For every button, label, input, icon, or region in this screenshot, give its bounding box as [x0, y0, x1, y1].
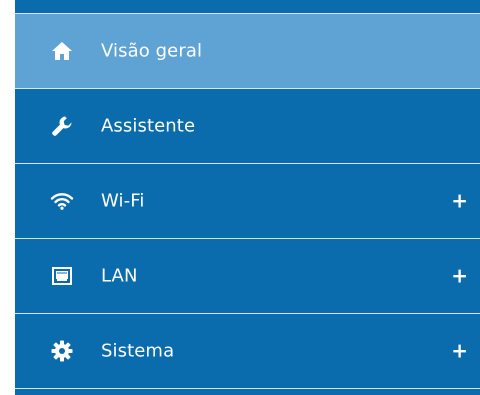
expand-icon[interactable]: +	[451, 189, 468, 213]
menu-item-system[interactable]: Sistema +	[15, 314, 480, 389]
lan-port-icon	[50, 264, 74, 288]
expand-icon[interactable]: +	[451, 339, 468, 363]
sidebar-top-strip	[15, 0, 480, 14]
expand-icon[interactable]: +	[451, 264, 468, 288]
menu-item-wizard[interactable]: Assistente	[15, 89, 480, 164]
menu-item-label: LAN	[101, 265, 138, 287]
sidebar-menu: Visão geral Assistente Wi-Fi + LAN + Sis…	[15, 0, 480, 395]
menu-item-overview[interactable]: Visão geral	[15, 14, 480, 89]
home-icon	[50, 39, 74, 63]
menu-item-label: Wi-Fi	[101, 190, 145, 212]
menu-item-wifi[interactable]: Wi-Fi +	[15, 164, 480, 239]
menu-item-label: Visão geral	[101, 40, 203, 62]
menu-item-label: Assistente	[101, 115, 196, 137]
menu-list: Visão geral Assistente Wi-Fi + LAN + Sis…	[15, 14, 480, 389]
wrench-icon	[50, 114, 74, 138]
menu-item-label: Sistema	[101, 340, 175, 362]
gear-icon	[50, 339, 74, 363]
menu-item-lan[interactable]: LAN +	[15, 239, 480, 314]
wifi-icon	[50, 189, 74, 213]
